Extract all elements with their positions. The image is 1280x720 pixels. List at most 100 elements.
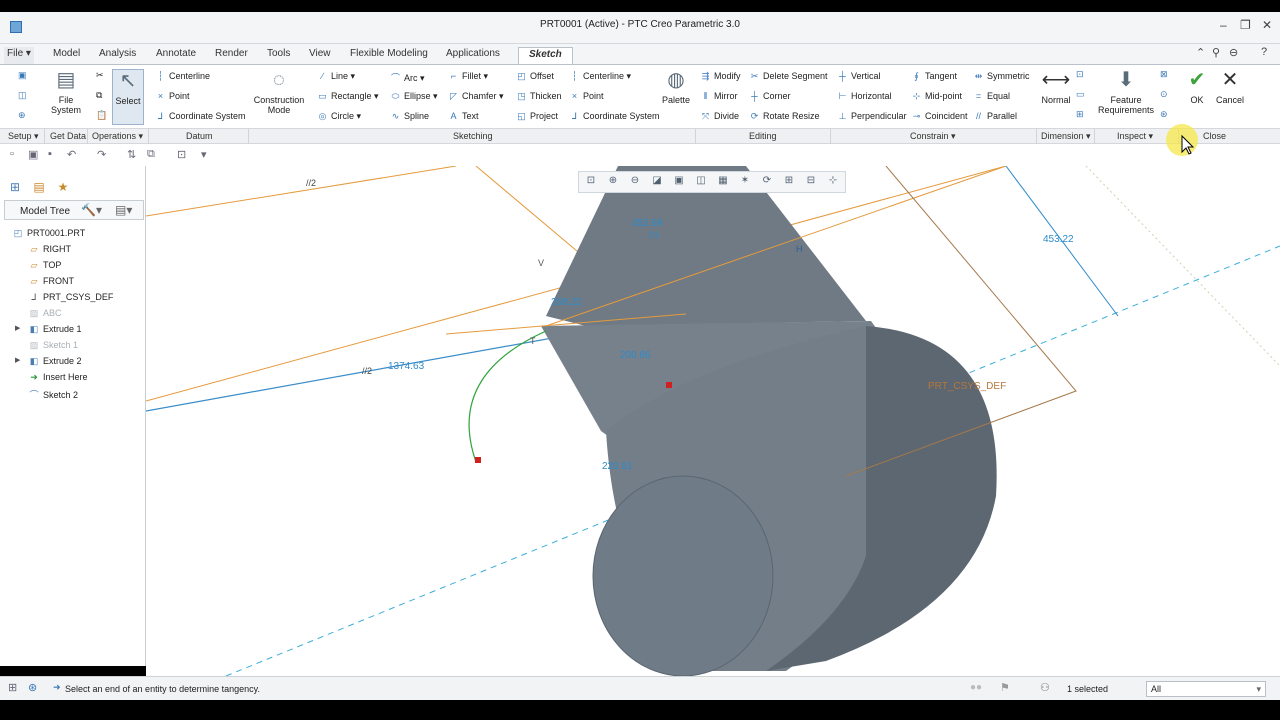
dimension-label[interactable]: 452.69 — [632, 218, 663, 229]
datum-display-icon[interactable]: ✶ — [737, 175, 753, 190]
circle-button[interactable]: ◎ Circle ▾ — [318, 111, 361, 122]
select-button[interactable]: ↖ Select — [112, 69, 144, 125]
baseline-icon[interactable]: ⊡ — [1076, 69, 1084, 80]
folder-browser-tab-icon[interactable]: ▤ — [31, 179, 47, 195]
arc-endpoint[interactable] — [475, 457, 481, 463]
feature-requirements-button[interactable]: ⬇ Feature Requirements — [1098, 69, 1154, 115]
perpendicular-button[interactable]: ⊥ Perpendicular — [838, 111, 907, 122]
tab-sketch[interactable]: Sketch — [518, 47, 573, 64]
cut-icon[interactable]: ✂ — [96, 70, 104, 81]
tab-applications[interactable]: Applications — [446, 47, 500, 64]
cancel-button[interactable]: ✕ Cancel — [1214, 69, 1246, 105]
rectangle-button[interactable]: ▭ Rectangle ▾ — [318, 91, 378, 102]
reference-dim-icon[interactable]: ▭ — [1076, 89, 1085, 100]
normal-dimension-button[interactable]: ⟷ Normal — [1040, 69, 1072, 105]
datum-point-button[interactable]: × Point — [156, 91, 190, 101]
maximize-icon[interactable]: ❐ — [1240, 18, 1251, 32]
annotation-display-icon[interactable]: ⊞ — [781, 175, 797, 190]
saved-orientations-icon[interactable]: ◫ — [693, 175, 709, 190]
tab-flexible-modeling[interactable]: Flexible Modeling — [350, 47, 428, 64]
settings-icon[interactable]: ⊖ — [1229, 46, 1238, 59]
display-style-icon[interactable]: ▣ — [671, 175, 687, 190]
tree-item[interactable]: ➜ Insert Here — [28, 372, 87, 383]
flag-icon[interactable]: ⚑ — [1000, 681, 1010, 694]
group-operations[interactable]: Operations ▾ — [92, 131, 143, 142]
project-button[interactable]: ◱ Project — [517, 111, 558, 122]
references-icon[interactable]: ◫ — [18, 90, 27, 101]
text-button[interactable]: A Text — [449, 111, 478, 121]
sketch-view-icon[interactable]: ⊕ — [18, 110, 26, 121]
tree-item[interactable]: ◧ Extrude 1 — [28, 324, 82, 335]
new-icon[interactable]: ▫ — [10, 148, 14, 160]
horizontal-button[interactable]: ⊢ Horizontal — [838, 91, 892, 102]
tangent-button[interactable]: ∮ Tangent — [912, 71, 957, 82]
delete-segment-button[interactable]: ✂ Delete Segment — [750, 71, 828, 82]
model-tree-tab-icon[interactable]: ⊞ — [7, 179, 23, 195]
tree-item[interactable]: ▱ RIGHT — [28, 244, 71, 255]
sketcher-display-icon[interactable]: ⊟ — [803, 175, 819, 190]
offset-button[interactable]: ◰ Offset — [517, 71, 554, 82]
setup-icon[interactable]: ▣ — [18, 70, 27, 81]
symmetric-button[interactable]: ⇹ Symmetric — [974, 71, 1030, 82]
perimeter-icon[interactable]: ⊞ — [1076, 109, 1084, 120]
tree-item[interactable]: ⅃ PRT_CSYS_DEF — [28, 292, 113, 303]
expand-icon[interactable]: ▶ — [15, 324, 20, 332]
copy-icon[interactable]: ⧉ — [96, 90, 102, 101]
coincident-button[interactable]: ⊸ Coincident — [912, 111, 968, 122]
windows-icon[interactable]: ⧉ — [147, 148, 155, 161]
tab-analysis[interactable]: Analysis — [99, 47, 136, 64]
tree-item[interactable]: ◧ Extrude 2 — [28, 356, 82, 367]
ellipse-button[interactable]: ⬭ Ellipse ▾ — [391, 91, 438, 102]
tree-columns-icon[interactable]: ▤▾ — [115, 203, 132, 217]
mirror-button[interactable]: ⫴ Mirror — [701, 91, 738, 102]
line-button[interactable]: ∕ Line ▾ — [318, 71, 355, 82]
sketch-centerline-button[interactable]: ┆ Centerline ▾ — [570, 71, 631, 82]
save-icon[interactable]: ▪ — [48, 148, 52, 160]
favorites-tab-icon[interactable]: ★ — [55, 179, 71, 195]
tree-item[interactable]: ◰ PRT0001.PRT — [12, 228, 85, 239]
equal-button[interactable]: = Equal — [974, 91, 1010, 101]
search-icon[interactable]: ⚲ — [1212, 46, 1220, 59]
tree-item[interactable]: ▨ ABC — [28, 308, 62, 319]
overlapping-geometry-icon[interactable]: ⊠ — [1160, 69, 1168, 80]
chamfer-button[interactable]: ◸ Chamfer ▾ — [449, 91, 504, 102]
regenerate-icon[interactable]: ⇅ — [127, 148, 136, 161]
repaint-icon[interactable]: ◪ — [649, 175, 665, 190]
dimension-label[interactable]: 1374.63 — [388, 361, 425, 372]
sketch-point-button[interactable]: × Point — [570, 91, 604, 101]
graphics-window[interactable]: 453.22 1374.63 452.69 268.22 200.86 220.… — [146, 166, 1280, 676]
arc-endpoint[interactable] — [666, 382, 672, 388]
spline-button[interactable]: ∿ Spline — [391, 111, 429, 122]
group-setup[interactable]: Setup ▾ — [8, 131, 39, 142]
construction-mode-button[interactable]: ◌ Construction Mode — [252, 69, 306, 115]
find-icon[interactable]: ⚇ — [1040, 681, 1050, 694]
group-constrain[interactable]: Constrain ▾ — [910, 131, 956, 142]
group-dimension[interactable]: Dimension ▾ — [1041, 131, 1091, 142]
group-inspect[interactable]: Inspect ▾ — [1117, 131, 1153, 142]
datum-centerline-button[interactable]: ┆ Centerline — [156, 71, 210, 82]
undo-icon[interactable]: ↶ — [67, 148, 76, 161]
tab-model[interactable]: Model — [53, 47, 80, 64]
tree-settings-icon[interactable]: 🔨▾ — [81, 203, 102, 217]
rotate-resize-button[interactable]: ⟳ Rotate Resize — [750, 111, 820, 122]
refit-icon[interactable]: ⊡ — [583, 175, 599, 190]
tab-view[interactable]: View — [309, 47, 331, 64]
tree-item[interactable]: ▨ Sketch 1 — [28, 340, 78, 351]
tree-item[interactable]: ⌒ Sketch 2 — [28, 388, 78, 401]
tree-item[interactable]: ▱ TOP — [28, 260, 62, 271]
arc-button[interactable]: ⌒ Arc ▾ — [391, 71, 425, 84]
shade-closed-loops-icon[interactable]: ⊛ — [1160, 109, 1168, 120]
dimension-label[interactable]: 200.86 — [620, 350, 651, 361]
help-icon[interactable]: ? — [1261, 46, 1267, 58]
sketch-csys-button[interactable]: ⅃ Coordinate System — [570, 111, 660, 122]
close-icon[interactable]: ✕ — [1262, 18, 1272, 32]
open-icon[interactable]: ▣ — [28, 148, 38, 161]
paste-icon[interactable]: 📋 — [96, 110, 107, 121]
expand-icon[interactable]: ▶ — [15, 356, 20, 364]
tab-file[interactable]: File ▾ — [4, 47, 34, 64]
dimension-label[interactable]: 268.22 — [551, 297, 582, 308]
dimension-label[interactable]: 453.22 — [1043, 234, 1074, 245]
file-system-button[interactable]: ▤ File System — [46, 69, 86, 115]
collapse-ribbon-icon[interactable]: ⌃ — [1196, 46, 1205, 59]
model-canvas[interactable]: 453.22 1374.63 452.69 268.22 200.86 220.… — [146, 166, 1280, 676]
